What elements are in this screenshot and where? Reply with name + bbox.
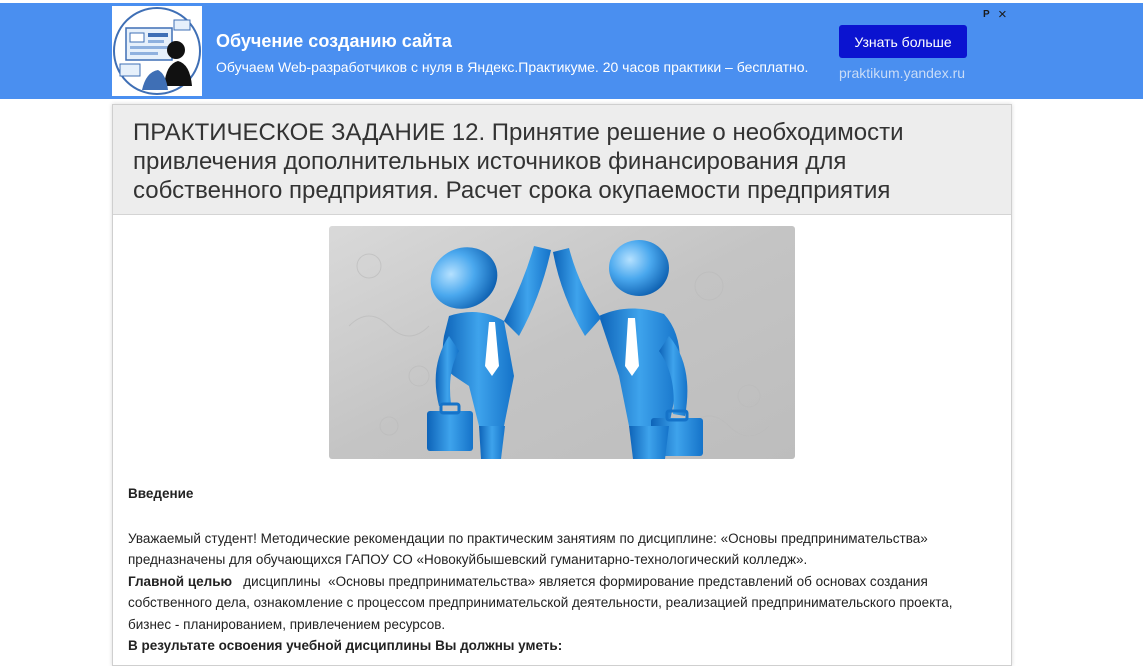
outcome-heading: В результате освоения учебной дисциплины… [128, 638, 563, 653]
article-card: ПРАКТИЧЕСКОЕ ЗАДАНИЕ 12. Принятие решени… [112, 104, 1012, 666]
close-icon[interactable]: × [998, 7, 1007, 22]
ad-marker-icon[interactable]: Р [983, 9, 990, 20]
page-title: ПРАКТИЧЕСКОЕ ЗАДАНИЕ 12. Принятие решени… [133, 119, 904, 204]
course-illustration-icon [113, 7, 201, 95]
learn-more-button[interactable]: Узнать больше [839, 25, 967, 58]
ad-description[interactable]: Обучаем Web-разработчиков с нуля в Яндек… [216, 59, 808, 75]
intro-heading: Введение [128, 486, 194, 501]
intro-paragraph: Уважаемый студент! Методические рекоменд… [128, 530, 928, 568]
ad-title[interactable]: Обучение созданию сайта [216, 31, 452, 52]
goal-label: Главной целью [128, 573, 233, 589]
goal-paragraph: Главной целью дисциплины «Основы предпри… [128, 571, 998, 636]
goal-text: дисциплины «Основы предпринимательства» … [128, 573, 957, 632]
ad-domain-link[interactable]: praktikum.yandex.ru [839, 65, 965, 81]
ad-logo-image[interactable] [112, 6, 202, 96]
article-illustration [329, 226, 795, 459]
article-body: Введение Уважаемый студент! Методические… [128, 483, 998, 657]
ad-banner[interactable]: Обучение созданию сайта Обучаем Web-разр… [0, 3, 1143, 99]
business-partners-high-five-icon [329, 226, 795, 459]
article-header: ПРАКТИЧЕСКОЕ ЗАДАНИЕ 12. Принятие решени… [113, 105, 1011, 215]
